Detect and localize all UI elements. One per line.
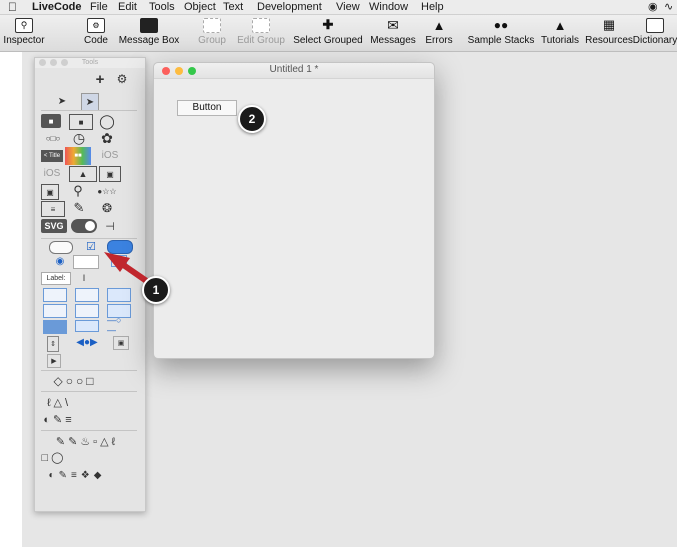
callout-2: 2 bbox=[238, 105, 266, 133]
annotation-arrow bbox=[104, 252, 151, 285]
callout-1: 1 bbox=[142, 276, 170, 304]
